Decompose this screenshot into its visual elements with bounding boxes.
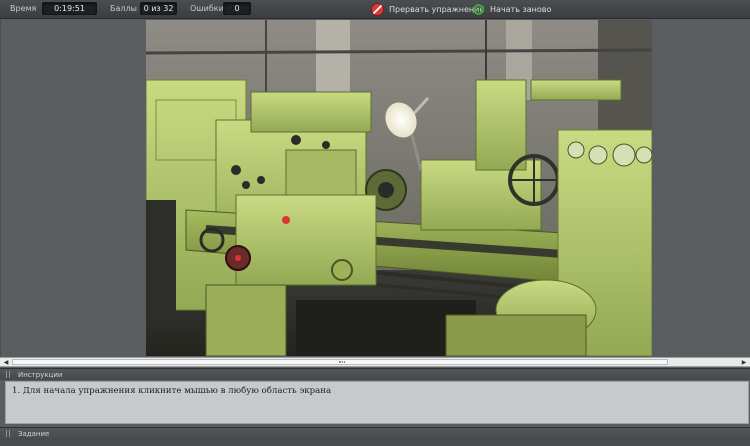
refresh-icon [472, 3, 485, 16]
grip-icon [339, 361, 345, 363]
instructions-text: 1. Для начала упражнения кликните мышью … [12, 386, 332, 396]
instructions-title: Инструкции [18, 371, 63, 379]
abort-exercise-button[interactable]: Прервать упражнение [371, 2, 484, 17]
task-header[interactable]: Задание [0, 427, 750, 440]
task-title: Задание [18, 430, 50, 438]
errors-display: 0 [223, 2, 251, 15]
horizontal-scrollbar[interactable]: ◀ ▶ [0, 357, 750, 367]
no-entry-icon [371, 3, 384, 16]
restart-button[interactable]: Начать заново [472, 2, 551, 17]
score-label: Баллы [110, 4, 137, 13]
drag-handle-icon[interactable] [5, 430, 13, 437]
exercise-viewport[interactable] [0, 19, 750, 357]
lathe-machine-photo[interactable] [146, 20, 652, 356]
scroll-left-icon[interactable]: ◀ [1, 358, 11, 366]
exercise-app: Время 0:19:51 Баллы 0 из 32 Ошибки 0 Пре… [0, 0, 750, 446]
drag-handle-icon[interactable] [5, 371, 13, 378]
instructions-body: 1. Для начала упражнения кликните мышью … [5, 381, 749, 424]
scroll-right-icon[interactable]: ▶ [739, 358, 749, 366]
task-body [0, 440, 750, 446]
time-label: Время [10, 4, 37, 13]
scrollbar-thumb[interactable] [12, 359, 668, 365]
instructions-header[interactable]: Инструкции [0, 368, 750, 380]
score-display: 0 из 32 [140, 2, 177, 15]
restart-label: Начать заново [490, 5, 552, 14]
abort-exercise-label: Прервать упражнение [389, 5, 485, 14]
time-display: 0:19:51 [42, 2, 97, 15]
errors-label: Ошибки [190, 4, 224, 13]
top-toolbar: Время 0:19:51 Баллы 0 из 32 Ошибки 0 Пре… [0, 0, 750, 19]
